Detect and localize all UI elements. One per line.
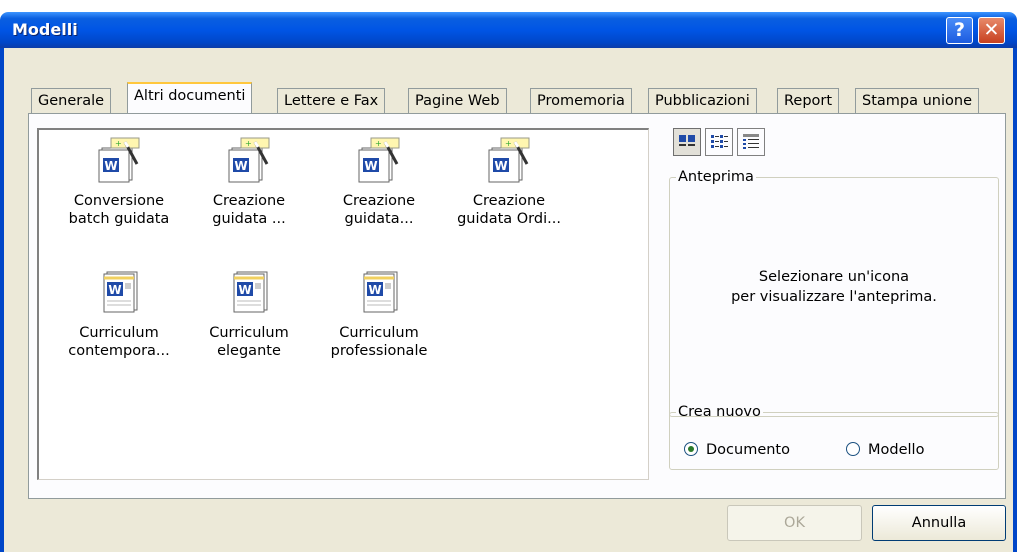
radio-selected-icon — [684, 442, 698, 456]
preview-group: Anteprima Selezionare un'icona per visua… — [669, 169, 999, 417]
svg-text:W: W — [104, 159, 117, 173]
preview-legend: Anteprima — [678, 169, 754, 185]
help-icon: ? — [953, 19, 966, 41]
word-document-icon: W — [355, 268, 403, 316]
tab-promemoria[interactable]: Promemoria — [530, 88, 632, 114]
svg-text:+: + — [245, 139, 252, 148]
template-label-line2: contempora... — [68, 343, 170, 359]
template-label-line1: Creazione — [342, 193, 416, 209]
tab-label: Report — [784, 93, 833, 109]
large-icons-view-button[interactable] — [673, 128, 701, 156]
radio-modello[interactable]: Modello — [846, 442, 924, 458]
svg-text:+: + — [375, 139, 382, 148]
preview-hint-line2: per visualizzare l'anteprima. — [731, 289, 937, 305]
template-label-line2: guidata... — [344, 211, 414, 227]
title-bar[interactable]: Modelli ? ✕ — [0, 12, 1017, 48]
create-new-group: Crea nuovo Documento Modello — [669, 404, 999, 470]
svg-text:W: W — [108, 283, 121, 297]
template-list[interactable]: W + Conversione batch guidata W + Creazi… — [37, 128, 649, 480]
help-button[interactable]: ? — [946, 17, 973, 44]
large-icons-view-icon — [679, 135, 695, 146]
template-label-line1: Curriculum — [209, 325, 289, 341]
svg-text:+: + — [505, 139, 512, 148]
svg-text:W: W — [368, 283, 381, 297]
close-button[interactable]: ✕ — [978, 17, 1005, 44]
ok-label: OK — [784, 515, 805, 531]
cancel-button[interactable]: Annulla — [872, 505, 1006, 541]
template-item[interactable]: W + Creazione guidata Ordi... — [439, 136, 579, 228]
create-new-legend: Crea nuovo — [678, 404, 761, 420]
svg-text:W: W — [238, 283, 251, 297]
tab-altri-documenti[interactable]: Altri documenti — [127, 82, 253, 113]
details-view-icon — [743, 134, 759, 149]
window-title: Modelli — [12, 20, 78, 39]
template-label-line2: elegante — [217, 343, 281, 359]
cancel-label: Annulla — [911, 515, 967, 531]
window-border-right — [1013, 48, 1017, 552]
word-document-icon: W — [95, 268, 143, 316]
svg-text:W: W — [364, 159, 377, 173]
tab-label: Pubblicazioni — [655, 93, 750, 109]
word-wizard-icon: W + — [95, 136, 143, 184]
radio-unselected-icon — [846, 442, 860, 456]
template-label-line1: Creazione — [472, 193, 546, 209]
template-item[interactable]: W Curriculum professionale — [309, 268, 449, 360]
template-label-line1: Curriculum — [79, 325, 159, 341]
template-label-line1: Conversione — [73, 193, 165, 209]
svg-text:W: W — [234, 159, 247, 173]
template-label-line2: batch guidata — [68, 211, 170, 227]
tab-label: Promemoria — [537, 93, 625, 109]
tab-generale[interactable]: Generale — [31, 88, 112, 114]
tab-lettere-e-fax[interactable]: Lettere e Fax — [277, 88, 386, 114]
tab-label: Lettere e Fax — [284, 93, 379, 109]
radio-label: Modello — [868, 442, 925, 458]
template-item[interactable]: W + Creazione guidata... — [309, 136, 449, 228]
svg-text:W: W — [494, 159, 507, 173]
template-label-line1: Creazione — [212, 193, 286, 209]
word-wizard-icon: W + — [355, 136, 403, 184]
template-label-line2: guidata ... — [212, 211, 286, 227]
template-label-line1: Curriculum — [339, 325, 419, 341]
svg-text:+: + — [115, 139, 122, 148]
details-view-button[interactable] — [737, 128, 765, 156]
tab-label: Generale — [38, 93, 105, 109]
template-item[interactable]: W Curriculum contempora... — [49, 268, 189, 360]
template-item[interactable]: W + Conversione batch guidata — [49, 136, 189, 228]
tab-pagine-web[interactable]: Pagine Web — [408, 88, 507, 114]
word-document-icon: W — [225, 268, 273, 316]
word-wizard-icon: W + — [485, 136, 533, 184]
radio-label: Documento — [706, 442, 790, 458]
list-view-icon — [711, 135, 728, 148]
close-icon: ✕ — [983, 19, 1000, 41]
template-item[interactable]: W + Creazione guidata ... — [179, 136, 319, 228]
tab-pubblicazioni[interactable]: Pubblicazioni — [648, 88, 757, 114]
tab-panel: W + Conversione batch guidata W + Creazi… — [28, 113, 1006, 499]
template-item[interactable]: W Curriculum elegante — [179, 268, 319, 360]
window-border-left — [0, 48, 4, 552]
tab-label: Pagine Web — [415, 93, 500, 109]
radio-documento[interactable]: Documento — [684, 442, 790, 458]
tab-label: Altri documenti — [134, 88, 246, 104]
tab-label: Stampa unione — [862, 93, 972, 109]
tab-stampa-unione[interactable]: Stampa unione — [855, 88, 979, 114]
template-label-line2: guidata Ordi... — [457, 211, 561, 227]
preview-hint-line1: Selezionare un'icona — [758, 269, 910, 285]
ok-button[interactable]: OK — [727, 505, 862, 541]
word-wizard-icon: W + — [225, 136, 273, 184]
template-label-line2: professionale — [330, 343, 428, 359]
tab-report[interactable]: Report — [777, 88, 840, 114]
list-view-button[interactable] — [705, 128, 733, 156]
